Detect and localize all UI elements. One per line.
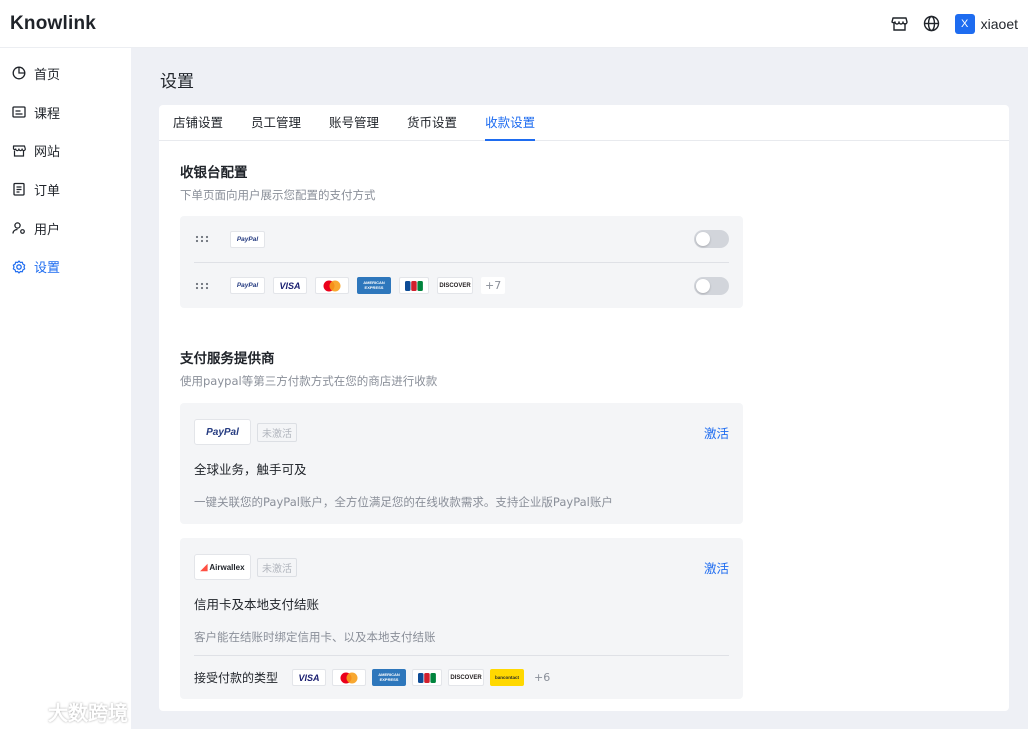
mastercard-logo-icon <box>315 277 349 294</box>
amex-logo-icon: AMERICAN EXPRESS <box>357 277 391 294</box>
globe-icon[interactable] <box>923 15 941 33</box>
section-description: 使用paypal等第三方付款方式在您的商店进行收款 <box>180 374 438 388</box>
logo-text: AMERICAN EXPRESS <box>363 280 385 290</box>
checkout-config-section: 收银台配置 下单页面向用户展示您配置的支付方式 PayPal PayPal VI… <box>180 161 743 308</box>
sidebar-item-users[interactable]: 用户 <box>0 209 131 248</box>
payment-providers-section: 支付服务提供商 使用paypal等第三方付款方式在您的商店进行收款 PayPal… <box>180 347 743 699</box>
top-bar: Knowlink X xiaoet <box>0 0 1028 48</box>
payment-method-toggle[interactable] <box>694 276 729 295</box>
provider-header: PayPal 未激活 激活 <box>194 419 729 445</box>
tab-payment-settings[interactable]: 收款设置 <box>485 105 536 141</box>
course-icon <box>12 105 26 119</box>
payment-method-row: PayPal VISA AMERICAN EXPRESS DISCOVER +7 <box>194 262 729 308</box>
logo-text: VISA <box>279 280 301 291</box>
more-methods-count: +7 <box>481 277 506 294</box>
drag-handle-icon[interactable] <box>194 231 210 247</box>
airwallex-mark-icon: ◢ <box>200 561 208 572</box>
drag-handle-icon[interactable] <box>194 278 210 294</box>
order-icon <box>12 182 26 197</box>
logo-text: PayPal <box>206 426 239 438</box>
user-icon <box>12 221 26 235</box>
provider-card-airwallex: ◢ Airwallex 未激活 激活 信用卡及本地支付结账 客户能在结账时绑定信用… <box>180 538 743 699</box>
website-icon <box>12 144 26 158</box>
sidebar-item-label: 课程 <box>34 106 61 122</box>
app-logo[interactable]: Knowlink <box>10 13 96 35</box>
payment-method-list: PayPal PayPal VISA AMERICAN EXPRESS DISC… <box>180 216 743 308</box>
sidebar-item-settings[interactable]: 设置 <box>0 247 131 286</box>
payment-method-toggle[interactable] <box>694 230 729 248</box>
logo-text: bancontact <box>495 675 520 680</box>
paypal-logo-icon: PayPal <box>194 419 251 445</box>
topbar-actions: X xiaoet <box>891 13 1018 34</box>
tab-store-settings[interactable]: 店铺设置 <box>173 105 223 140</box>
airwallex-logo-icon: ◢ Airwallex <box>194 554 251 580</box>
accepted-payment-types: 接受付款的类型 VISA AMERICAN EXPRESS DISCOVER b… <box>194 655 729 699</box>
mastercard-logo-icon <box>332 669 367 686</box>
dashboard-icon <box>12 66 26 80</box>
visa-logo-icon: VISA <box>273 277 307 294</box>
provider-description: 一键关联您的PayPal账户，全方位满足您的在线收款需求。支持企业版PayPal… <box>194 495 613 509</box>
section-description: 下单页面向用户展示您配置的支付方式 <box>180 188 376 202</box>
provider-description: 客户能在结账时绑定信用卡、以及本地支付结账 <box>194 630 436 644</box>
sidebar: 首页 课程 网站 订单 用户 设置 <box>0 48 131 729</box>
status-badge: 未激活 <box>257 422 297 442</box>
status-badge: 未激活 <box>257 557 297 577</box>
sidebar-item-label: 订单 <box>34 183 61 199</box>
settings-tabs: 店铺设置 员工管理 账号管理 货币设置 收款设置 <box>159 105 1009 141</box>
watermark-text: 大数跨境 <box>48 701 128 725</box>
activate-paypal-button[interactable]: 激活 <box>704 423 729 442</box>
page-title: 设置 <box>160 72 194 92</box>
tab-currency-settings[interactable]: 货币设置 <box>407 105 457 140</box>
amex-logo-icon: AMERICAN EXPRESS <box>372 669 407 686</box>
settings-card: 店铺设置 员工管理 账号管理 货币设置 收款设置 收银台配置 下单页面向用户展示… <box>159 105 1009 711</box>
bancontact-logo-icon: bancontact <box>490 669 525 686</box>
tab-staff-management[interactable]: 员工管理 <box>251 105 301 140</box>
provider-header: ◢ Airwallex 未激活 激活 <box>194 554 729 580</box>
watermark-logo-icon <box>8 698 44 725</box>
sidebar-item-orders[interactable]: 订单 <box>0 170 131 209</box>
logo-text: DISCOVER <box>439 282 471 289</box>
avatar: X <box>954 13 975 34</box>
paypal-logo-icon: PayPal <box>230 230 265 248</box>
sidebar-item-label: 用户 <box>34 222 61 238</box>
visa-logo-icon: VISA <box>292 669 327 686</box>
sidebar-item-courses[interactable]: 课程 <box>0 93 131 132</box>
sidebar-item-website[interactable]: 网站 <box>0 131 131 170</box>
more-methods-count: +6 <box>534 671 551 684</box>
jcb-logo-icon <box>412 669 443 686</box>
logo-text: Airwallex <box>209 562 245 572</box>
discover-logo-icon: DISCOVER <box>448 669 485 686</box>
tab-account-management[interactable]: 账号管理 <box>329 105 379 140</box>
store-icon[interactable] <box>891 15 909 33</box>
payment-method-row: PayPal <box>194 216 729 262</box>
logo-text: PayPal <box>236 282 259 289</box>
logo-text: AMERICAN EXPRESS <box>378 672 400 682</box>
user-name: xiaoet <box>980 15 1018 32</box>
paypal-logo-icon: PayPal <box>230 277 265 294</box>
logo-text: DISCOVER <box>450 674 482 681</box>
user-menu[interactable]: X xiaoet <box>954 13 1018 34</box>
settings-icon <box>12 260 26 274</box>
provider-headline: 信用卡及本地支付结账 <box>194 597 320 612</box>
sidebar-item-label: 设置 <box>34 261 61 277</box>
discover-logo-icon: DISCOVER <box>437 277 473 294</box>
logo-text: VISA <box>298 672 320 683</box>
provider-card-paypal: PayPal 未激活 激活 全球业务，触手可及 一键关联您的PayPal账户，全… <box>180 403 743 524</box>
accepted-types-label: 接受付款的类型 <box>194 671 279 685</box>
sidebar-item-label: 首页 <box>34 67 61 83</box>
provider-headline: 全球业务，触手可及 <box>194 462 307 477</box>
activate-airwallex-button[interactable]: 激活 <box>704 558 729 577</box>
section-title: 收银台配置 <box>180 165 248 181</box>
jcb-logo-icon <box>399 277 429 294</box>
sidebar-item-home[interactable]: 首页 <box>0 54 131 93</box>
section-title: 支付服务提供商 <box>180 351 275 367</box>
watermark: 大数跨境 <box>8 697 128 726</box>
logo-text: PayPal <box>236 235 259 243</box>
sidebar-item-label: 网站 <box>34 145 61 161</box>
